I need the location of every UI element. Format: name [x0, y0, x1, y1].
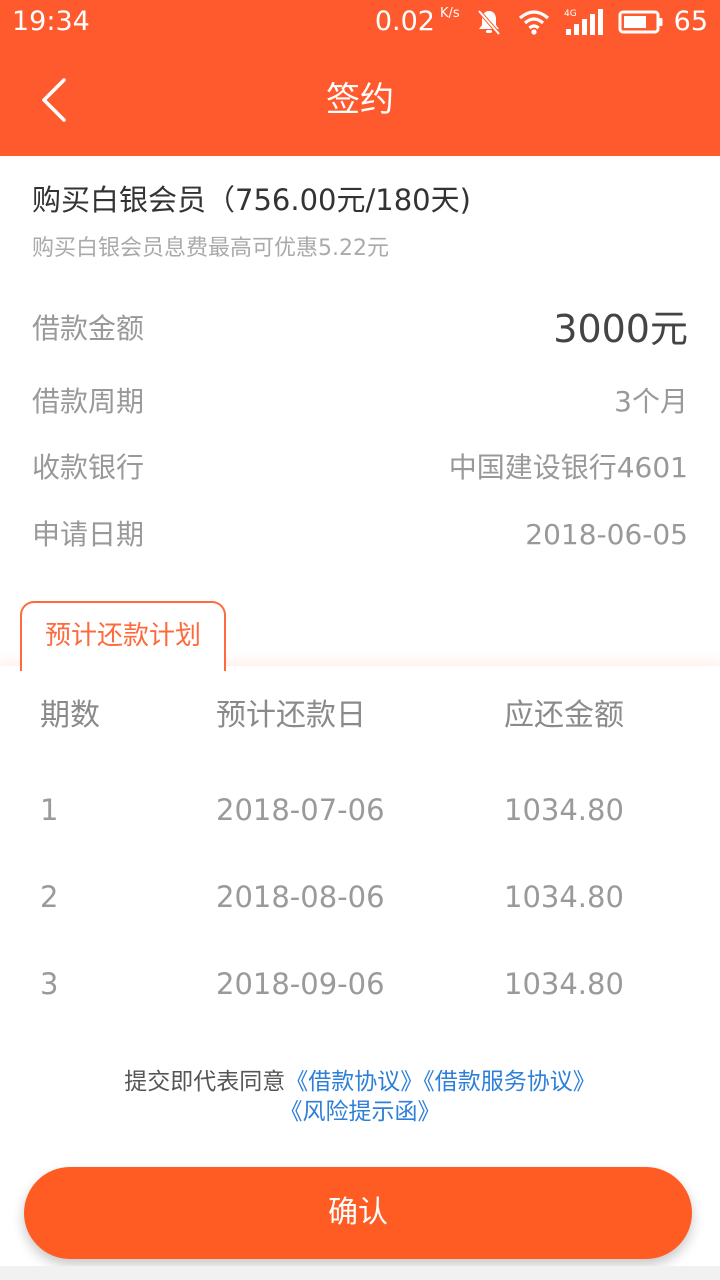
repayment-plan-table: 期数 预计还款日 应还金额 1 2018-07-06 1034.80 2 201…	[0, 666, 720, 1046]
apply-date-row: 申请日期 2018-06-05	[32, 510, 688, 560]
loan-period-value: 3个月	[614, 385, 688, 418]
loan-amount-row: 借款金额 3000元	[32, 304, 688, 354]
agreement-line-1: 提交即代表同意《借款协议》《借款服务协议》	[0, 1066, 720, 1098]
loan-amount-value: 3000元	[553, 307, 688, 351]
loan-service-agreement-link[interactable]: 《借款服务协议》	[423, 1069, 596, 1095]
cell-due-date: 2018-08-06	[216, 880, 385, 914]
signal-4g-icon: 4G	[564, 9, 603, 35]
receiving-bank-row: 收款银行 中国建设银行4601	[32, 443, 688, 493]
cell-amount: 1034.80	[504, 880, 624, 914]
membership-subtitle: 购买白银会员息费最高可优惠5.22元	[32, 236, 389, 261]
title-bar: 签约	[0, 44, 720, 156]
column-header-amount: 应还金额	[504, 698, 624, 733]
receiving-bank-value: 中国建设银行4601	[448, 451, 688, 484]
mute-bell-icon	[477, 9, 501, 36]
cell-period: 1	[40, 793, 59, 827]
bottom-strip	[0, 1266, 720, 1280]
repayment-plan-tab[interactable]: 预计还款计划	[20, 601, 226, 671]
table-row: 3 2018-09-06 1034.80	[0, 954, 720, 1014]
confirm-button[interactable]: 确认	[24, 1167, 692, 1259]
cell-period: 2	[40, 880, 59, 914]
network-speed-unit: K/s	[439, 6, 460, 21]
cell-amount: 1034.80	[504, 967, 624, 1001]
risk-notice-link[interactable]: 《风险提示函》	[280, 1099, 441, 1125]
battery-percentage: 65	[673, 6, 708, 37]
membership-title[interactable]: 购买白银会员（756.00元/180天)	[32, 180, 471, 220]
loan-agreement-link[interactable]: 《借款协议》	[285, 1069, 423, 1095]
chevron-left-icon	[42, 78, 66, 122]
loan-amount-label: 借款金额	[32, 312, 145, 345]
cell-due-date: 2018-07-06	[216, 793, 385, 827]
cell-due-date: 2018-09-06	[216, 967, 385, 1001]
agreement-prefix: 提交即代表同意	[124, 1069, 286, 1095]
cell-period: 3	[40, 967, 59, 1001]
battery-icon	[618, 10, 663, 34]
page-title: 签约	[326, 80, 394, 120]
table-row: 1 2018-07-06 1034.80	[0, 780, 720, 840]
apply-date-label: 申请日期	[32, 518, 145, 551]
loan-period-label: 借款周期	[32, 385, 145, 418]
agreement-line-2: 《风险提示函》	[0, 1096, 720, 1128]
table-row: 2 2018-08-06 1034.80	[0, 867, 720, 927]
back-button[interactable]	[24, 60, 84, 140]
network-speed-value: 0.02	[374, 6, 435, 37]
network-type-text: 4G	[564, 9, 577, 19]
loan-period-row: 借款周期 3个月	[32, 377, 688, 427]
table-header: 期数 预计还款日 应还金额	[0, 686, 720, 746]
apply-date-value: 2018-06-05	[525, 518, 688, 551]
cell-amount: 1034.80	[504, 793, 624, 827]
network-speed: 0.02 K/s	[375, 4, 460, 40]
column-header-period: 期数	[40, 698, 100, 733]
status-icons: 0.02 K/s 4G 65	[375, 4, 708, 40]
column-header-due-date: 预计还款日	[216, 698, 366, 733]
receiving-bank-label: 收款银行	[32, 451, 145, 484]
wifi-icon	[518, 10, 549, 35]
status-bar: 19:34 0.02 K/s 4G 65	[0, 0, 720, 44]
status-time: 19:34	[12, 6, 90, 37]
